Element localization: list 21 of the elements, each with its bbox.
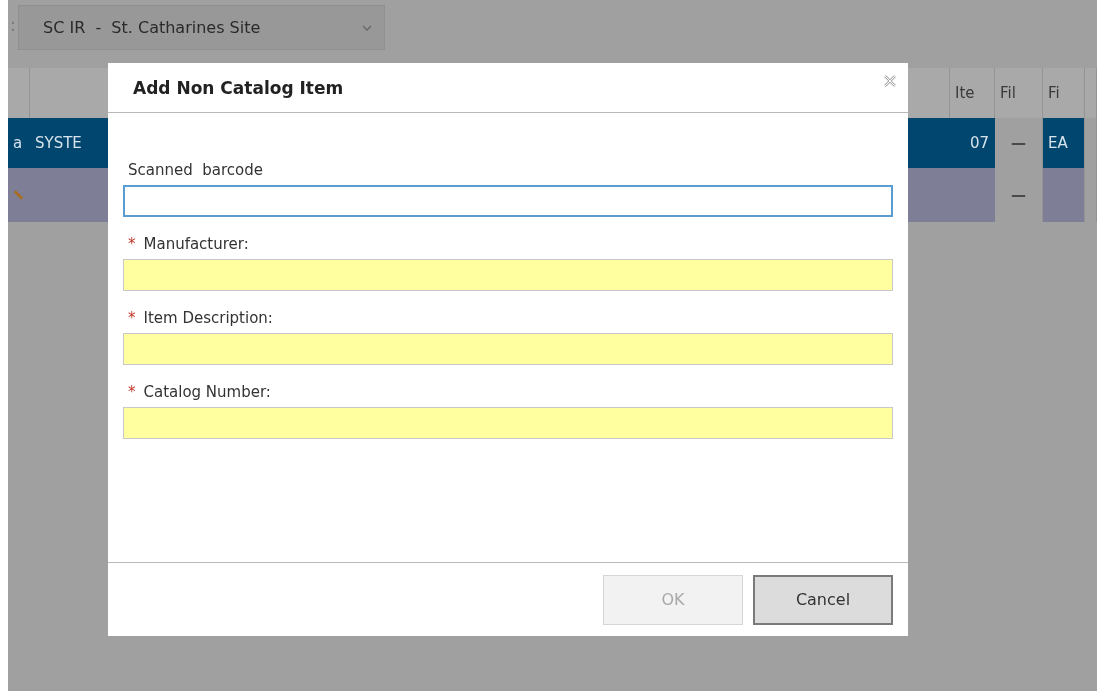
close-icon[interactable] — [882, 73, 898, 89]
field-label: * Item Description: — [128, 309, 274, 327]
table-cell: — — [995, 118, 1043, 168]
input-field[interactable] — [123, 259, 893, 291]
table-cell: 07 — [969, 134, 989, 152]
label-fragment: : — [8, 13, 18, 37]
input-field[interactable] — [123, 185, 893, 217]
field-label: * Manufacturer: — [128, 235, 250, 253]
dialog-button[interactable]: Cancel — [753, 574, 893, 625]
field-label: Scanned barcode — [128, 161, 264, 179]
input-field[interactable] — [123, 333, 893, 365]
pencil-icon[interactable] — [13, 189, 24, 201]
table-cell: — — [995, 168, 1043, 222]
site-select[interactable]: SC IR - St. Catharines Site — [18, 5, 385, 50]
input-field[interactable] — [123, 407, 893, 439]
table-cell: SYSTE — [35, 134, 82, 152]
table-cell: a — [13, 134, 23, 152]
dialog-title: Add Non Catalog Item — [133, 77, 344, 98]
table-cell: EA — [1048, 134, 1068, 152]
field-label: * Catalog Number: — [128, 383, 272, 401]
caret-icon — [362, 23, 372, 32]
